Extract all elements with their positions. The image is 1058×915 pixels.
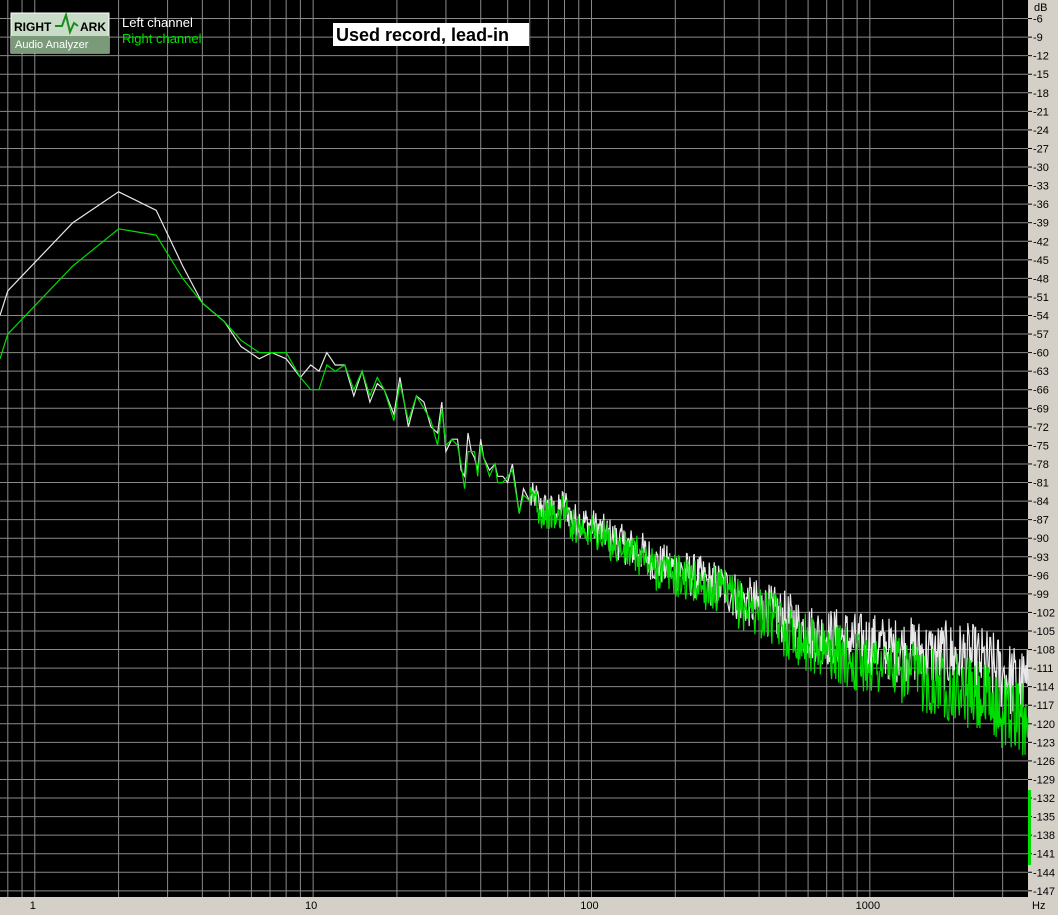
y-tick-label: -129 — [1033, 774, 1055, 786]
y-tick-label: -75 — [1033, 440, 1049, 452]
y-tick-label: -84 — [1033, 496, 1049, 508]
y-tick-label: -141 — [1033, 849, 1055, 861]
x-axis: 1 10 100 1000 — [30, 900, 880, 912]
right-level-meter — [1028, 790, 1031, 865]
y-tick-label: -147 — [1033, 886, 1055, 898]
y-tick-label: -45 — [1033, 255, 1049, 267]
y-tick-label: -6 — [1033, 14, 1043, 26]
y-tick-label: -24 — [1033, 125, 1049, 137]
logo-word-right: RIGHT — [14, 20, 52, 34]
y-tick-label: -54 — [1033, 310, 1049, 322]
y-tick-label: -27 — [1033, 143, 1049, 155]
y-tick-label: -60 — [1033, 348, 1049, 360]
spectrum-chart: -6 -9 -12 -15 -18 -21 -24 -27 -30 -33 -36 -39 -42 -45… — [0, 0, 1055, 912]
y-tick-label: -99 — [1033, 589, 1049, 601]
y-tick-label: -78 — [1033, 459, 1049, 471]
y-tick-label: -90 — [1033, 533, 1049, 545]
y-tick-label: -144 — [1033, 867, 1055, 879]
y-tick-label: -135 — [1033, 812, 1055, 824]
y-tick-label: -111 — [1033, 663, 1053, 675]
y-tick-label: -114 — [1033, 682, 1054, 694]
legend-right-channel: Right channel — [122, 31, 202, 46]
x-tick-label: 1000 — [856, 900, 880, 912]
x-tick-label: 1 — [30, 900, 36, 912]
y-tick-label: -105 — [1033, 626, 1055, 638]
y-tick-label: -108 — [1033, 645, 1055, 657]
plot-background — [0, 0, 1028, 897]
y-tick-label: -120 — [1033, 719, 1055, 731]
y-tick-label: -21 — [1033, 106, 1049, 118]
y-axis-unit: dB — [1034, 2, 1047, 14]
y-tick-label: -15 — [1033, 69, 1049, 81]
y-tick-label: -123 — [1033, 737, 1055, 749]
y-tick-label: -102 — [1033, 607, 1055, 619]
y-tick-label: -39 — [1033, 218, 1049, 230]
y-tick-label: -33 — [1033, 181, 1049, 193]
y-tick-label: -93 — [1033, 552, 1049, 564]
y-tick-label: -87 — [1033, 515, 1049, 527]
y-tick-label: -138 — [1033, 830, 1055, 842]
y-tick-label: -48 — [1033, 273, 1049, 285]
y-tick-label: -126 — [1033, 756, 1055, 768]
y-tick-label: -63 — [1033, 366, 1049, 378]
y-tick-label: -9 — [1033, 32, 1043, 44]
logo-subtitle: Audio Analyzer — [15, 39, 89, 51]
legend-left-channel: Left channel — [122, 15, 193, 30]
x-tick-label: 10 — [305, 900, 317, 912]
y-tick-label: -30 — [1033, 162, 1049, 174]
chart-title: Used record, lead-in — [336, 25, 509, 45]
logo: RIGHT ARK Audio Analyzer — [10, 11, 110, 54]
x-tick-label: 100 — [580, 900, 598, 912]
y-tick-label: -66 — [1033, 385, 1049, 397]
x-axis-unit: Hz — [1032, 900, 1045, 912]
y-tick-label: -57 — [1033, 329, 1049, 341]
y-tick-label: -51 — [1033, 292, 1049, 304]
y-tick-label: -81 — [1033, 478, 1049, 490]
y-tick-label: -69 — [1033, 403, 1049, 415]
y-tick-label: -96 — [1033, 570, 1049, 582]
y-tick-label: -12 — [1033, 51, 1049, 63]
y-tick-label: -42 — [1033, 236, 1049, 248]
y-tick-label: -36 — [1033, 199, 1049, 211]
y-tick-label: -72 — [1033, 422, 1049, 434]
y-tick-label: -132 — [1033, 793, 1055, 805]
y-axis: -6 -9 -12 -15 -18 -21 -24 -27 -30 -33 -36 -39 -42 -45… — [1028, 14, 1055, 898]
logo-word-ark: ARK — [80, 20, 106, 34]
y-tick-label: -117 — [1033, 700, 1054, 712]
y-tick-label: -18 — [1033, 88, 1049, 100]
